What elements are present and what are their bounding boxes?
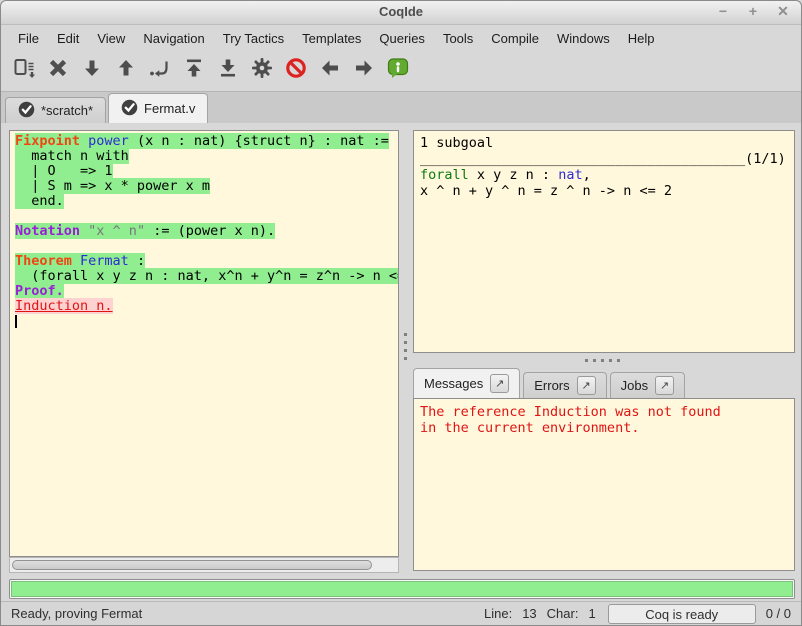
menubar: FileEditViewNavigationTry TacticsTemplat… xyxy=(1,26,801,50)
menu-item-view[interactable]: View xyxy=(88,28,134,49)
about-button[interactable] xyxy=(381,56,415,86)
menu-item-windows[interactable]: Windows xyxy=(548,28,619,49)
line-value: 13 xyxy=(522,606,536,621)
check-circle-icon xyxy=(18,101,35,121)
go-to-end-button[interactable] xyxy=(211,56,245,86)
goal-pane: 1 subgoal_______________________________… xyxy=(413,130,795,353)
messages-pane: The reference Induction was not foundin … xyxy=(413,398,795,571)
progress-fill xyxy=(11,581,793,597)
detach-arrow-icon: ↗ xyxy=(660,379,669,392)
tab-scratch[interactable]: *scratch* xyxy=(5,97,106,123)
menu-item-navigation[interactable]: Navigation xyxy=(134,28,213,49)
tab-label: *scratch* xyxy=(41,103,93,118)
close-x-icon xyxy=(46,56,70,85)
tab-messages[interactable]: Messages ↗ xyxy=(413,368,520,398)
tab-label: Errors xyxy=(534,378,569,393)
arrow-up-bar-icon xyxy=(182,56,206,85)
message-lines: The reference Induction was not foundin … xyxy=(420,404,794,436)
check-circle-icon xyxy=(121,99,138,119)
arrow-left-icon xyxy=(318,56,342,85)
titlebar[interactable]: CoqIde − + ✕ xyxy=(1,1,801,25)
close-button[interactable]: ✕ xyxy=(775,3,791,20)
detach-jobs-button[interactable]: ↗ xyxy=(655,376,674,395)
char-label: Char: xyxy=(547,606,579,621)
tab-jobs[interactable]: Jobs ↗ xyxy=(610,372,685,398)
save-buffer-button[interactable] xyxy=(7,56,41,86)
coqide-window: { "window": { "title": "CoqIde", "contro… xyxy=(0,0,802,626)
arrow-up-icon xyxy=(114,56,138,85)
vertical-splitter[interactable] xyxy=(399,123,413,578)
goal-lines: 1 subgoal_______________________________… xyxy=(420,135,794,199)
menu-item-edit[interactable]: Edit xyxy=(48,28,88,49)
char-value: 1 xyxy=(588,606,595,621)
detach-arrow-icon: ↗ xyxy=(495,377,504,390)
menu-item-try-tactics[interactable]: Try Tactics xyxy=(214,28,293,49)
save-icon xyxy=(12,56,36,85)
menu-item-templates[interactable]: Templates xyxy=(293,28,370,49)
tab-label: Fermat.v xyxy=(144,101,195,116)
stop-sign-icon xyxy=(284,56,308,85)
restart-button[interactable] xyxy=(177,56,211,86)
status-message: Ready, proving Fermat xyxy=(11,606,142,621)
go-to-cursor-button[interactable] xyxy=(143,56,177,86)
hscrollbar-thumb[interactable] xyxy=(12,560,372,570)
tab-errors[interactable]: Errors ↗ xyxy=(523,372,606,398)
window-title: CoqIde xyxy=(1,4,801,19)
close-buffer-button[interactable] xyxy=(41,56,75,86)
tab-label: Jobs xyxy=(621,378,648,393)
text-cursor xyxy=(15,315,17,328)
arrow-down-icon xyxy=(80,56,104,85)
detach-errors-button[interactable]: ↗ xyxy=(577,376,596,395)
worker-counter: 0 / 0 xyxy=(766,606,791,621)
menu-item-file[interactable]: File xyxy=(9,28,48,49)
tab-label: Messages xyxy=(424,376,483,391)
maximize-button[interactable]: + xyxy=(745,3,761,20)
backward-button[interactable] xyxy=(109,56,143,86)
tab-fermat[interactable]: Fermat.v xyxy=(108,93,208,123)
interrupt-button[interactable] xyxy=(279,56,313,86)
script-editor-pane[interactable]: Fixpoint power (x n : nat) {struct n} : … xyxy=(9,130,399,557)
window-controls: − + ✕ xyxy=(715,3,791,20)
menu-item-tools[interactable]: Tools xyxy=(434,28,482,49)
menu-item-queries[interactable]: Queries xyxy=(370,28,434,49)
toolbar xyxy=(1,50,801,91)
progress-bar xyxy=(9,579,795,599)
arrow-right-icon xyxy=(352,56,376,85)
gear-icon xyxy=(250,56,274,85)
buffer-tabbar: *scratch* Fermat.v xyxy=(1,91,801,123)
horizontal-splitter[interactable] xyxy=(413,354,795,367)
menu-item-help[interactable]: Help xyxy=(619,28,664,49)
coq-state-box: Coq is ready xyxy=(608,604,756,624)
next-occurrence-button[interactable] xyxy=(347,56,381,86)
code-lines: Fixpoint power (x n : nat) {struct n} : … xyxy=(15,134,398,329)
minimize-button[interactable]: − xyxy=(715,3,731,20)
info-bubble-icon xyxy=(386,56,410,85)
splitter-grip-icon xyxy=(585,359,588,362)
splitter-grip-icon xyxy=(404,333,407,336)
message-tabbar: Messages ↗ Errors ↗ Jobs ↗ xyxy=(413,367,795,398)
go-to-cursor-icon xyxy=(148,56,172,85)
detach-messages-button[interactable]: ↗ xyxy=(490,374,509,393)
arrow-down-bar-icon xyxy=(216,56,240,85)
menu-item-compile[interactable]: Compile xyxy=(482,28,548,49)
detach-arrow-icon: ↗ xyxy=(582,379,591,392)
statusbar: Ready, proving Fermat Line: 13 Char: 1 C… xyxy=(1,601,801,625)
editor-hscrollbar[interactable] xyxy=(9,557,399,573)
fully-check-button[interactable] xyxy=(245,56,279,86)
previous-occurrence-button[interactable] xyxy=(313,56,347,86)
line-label: Line: xyxy=(484,606,512,621)
forward-button[interactable] xyxy=(75,56,109,86)
